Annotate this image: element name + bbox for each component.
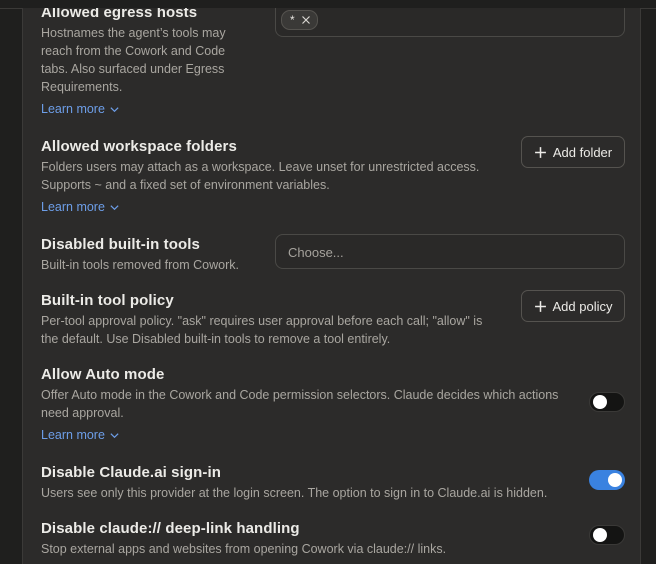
disabled-tools-description: Built-in tools removed from Cowork. [41, 258, 239, 272]
learn-more-label: Learn more [41, 200, 105, 214]
egress-title: Allowed egress hosts [41, 8, 198, 21]
learn-more-label: Learn more [41, 102, 105, 116]
add-policy-label: Add policy [552, 298, 613, 314]
egress-desc-line: Requirements. [41, 80, 123, 94]
egress-desc-line: Hostnames the agent’s tools may [41, 26, 226, 40]
settings-panel: Allowed egress hosts Hostnames the agent… [22, 8, 641, 564]
add-folder-label: Add folder [552, 144, 613, 160]
claude-signin-toggle[interactable] [589, 470, 625, 490]
auto-mode-desc-line: Offer Auto mode in the Cowork and Code p… [41, 388, 559, 402]
deeplink-description: Stop external apps and websites from ope… [41, 542, 447, 556]
egress-description: Hostnames the agent’s tools may reach fr… [41, 24, 226, 96]
add-policy-button[interactable]: Add policy [521, 290, 625, 322]
tool-policy-desc-line: the default. Use Disabled built-in tools… [41, 332, 391, 346]
chevron-down-icon [110, 204, 119, 210]
egress-desc-line: tabs. Also surfaced under Egress [41, 62, 225, 76]
tool-policy-title: Built-in tool policy [41, 292, 174, 309]
plus-icon [534, 146, 546, 158]
auto-mode-learn-more-link[interactable]: Learn more [41, 428, 120, 442]
claude-signin-title: Disable Claude.ai sign-in [41, 464, 222, 481]
disabled-tools-select[interactable]: Choose... [275, 234, 625, 269]
deeplink-title: Disable claude:// deep-link handling [41, 520, 300, 537]
deeplink-toggle[interactable] [589, 525, 625, 545]
disabled-tools-title: Disabled built-in tools [41, 236, 200, 253]
chip-label: * [290, 13, 295, 27]
claude-signin-description: Users see only this provider at the logi… [41, 486, 548, 500]
add-folder-button[interactable]: Add folder [521, 136, 625, 168]
workspace-desc-line: Supports ~ and a fixed set of environmen… [41, 178, 330, 192]
auto-mode-description: Offer Auto mode in the Cowork and Code p… [41, 386, 558, 422]
select-placeholder: Choose... [288, 245, 344, 260]
egress-host-chip: * [281, 10, 318, 30]
workspace-desc-line: Folders users may attach as a workspace.… [41, 160, 480, 174]
workspace-folders-title: Allowed workspace folders [41, 138, 237, 155]
chevron-down-icon [110, 432, 119, 438]
workspace-learn-more-link[interactable]: Learn more [41, 200, 120, 214]
toggle-knob [593, 395, 607, 409]
egress-hosts-input[interactable]: * [275, 8, 625, 37]
tool-policy-desc-line: Per-tool approval policy. "ask" requires… [41, 314, 483, 328]
egress-desc-line: reach from the Cowork and Code [41, 44, 226, 58]
toggle-knob [593, 528, 607, 542]
auto-mode-desc-line: need approval. [41, 406, 124, 420]
plus-icon [534, 300, 546, 312]
auto-mode-toggle[interactable] [589, 392, 625, 412]
tool-policy-description: Per-tool approval policy. "ask" requires… [41, 312, 482, 348]
workspace-folders-description: Folders users may attach as a workspace.… [41, 158, 479, 194]
auto-mode-title: Allow Auto mode [41, 366, 165, 383]
chevron-down-icon [110, 106, 119, 112]
close-icon[interactable] [301, 15, 311, 25]
toggle-knob [608, 473, 622, 487]
learn-more-label: Learn more [41, 428, 105, 442]
egress-learn-more-link[interactable]: Learn more [41, 102, 120, 116]
